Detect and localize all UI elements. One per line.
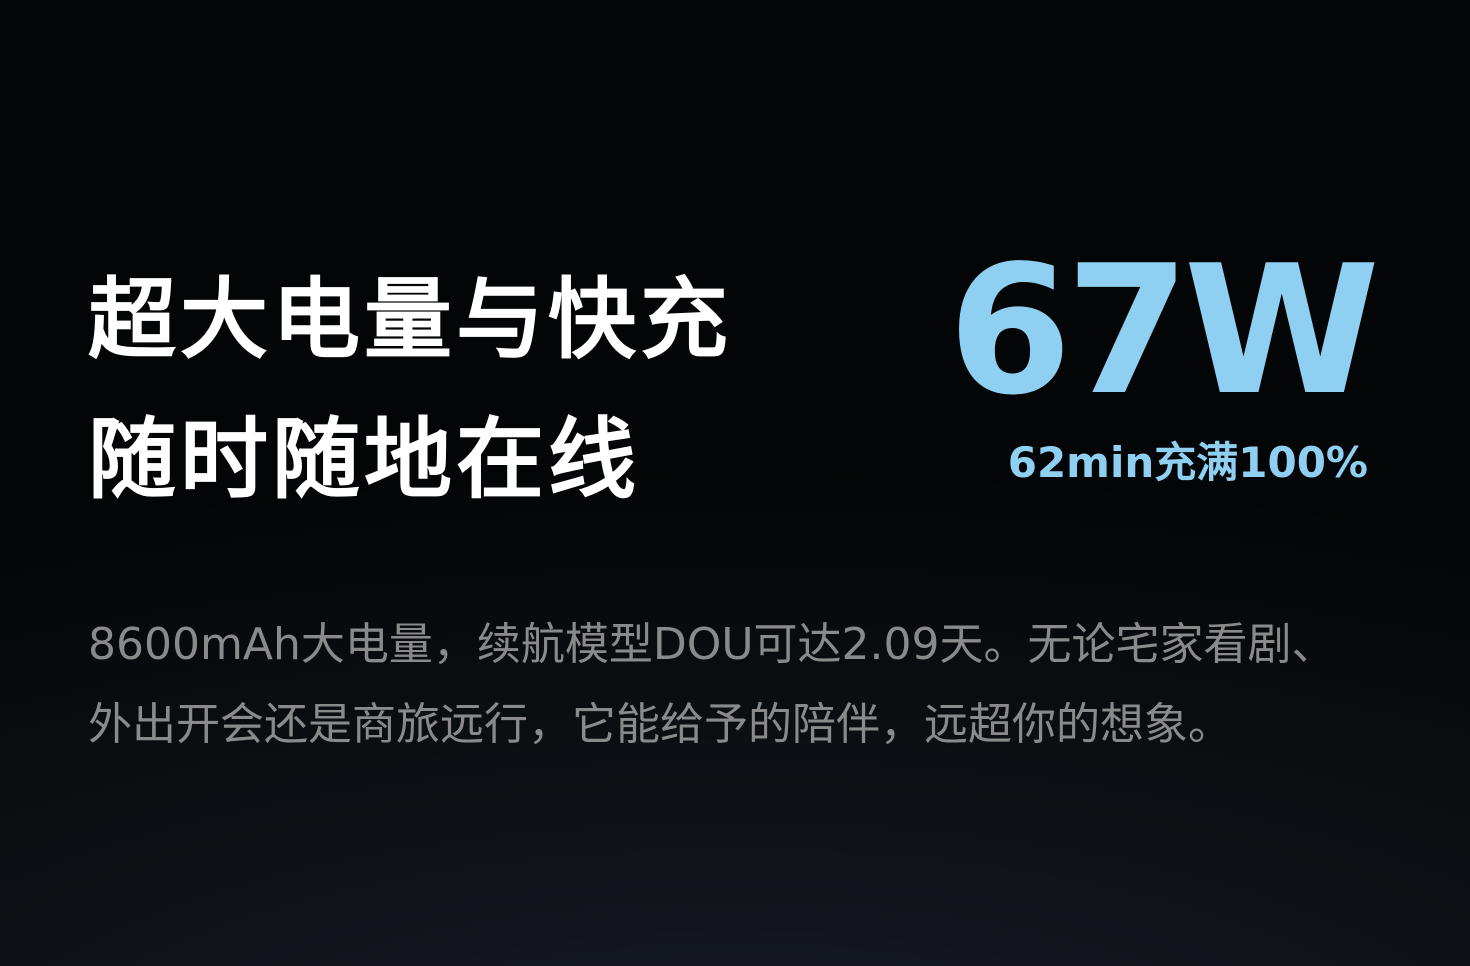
description-line-2: 外出开会还是商旅远行，它能给予的陪伴，远超你的想象。: [88, 699, 1232, 750]
headline-line-2: 随时随地在线: [88, 408, 641, 511]
description-line-1: 8600mAh大电量，续航模型DOU可达2.09天。无论宅家看剧、: [88, 619, 1336, 670]
headline: 超大电量与快充 随时随地在线: [88, 250, 848, 530]
promo-slide: 超大电量与快充 随时随地在线 67W 62min充满100% 8600mAh大电…: [0, 0, 1470, 966]
headline-line-1: 超大电量与快充: [88, 268, 733, 371]
description: 8600mAh大电量，续航模型DOU可达2.09天。无论宅家看剧、 外出开会还是…: [88, 605, 1388, 765]
charging-power-value: 67W: [948, 227, 1380, 434]
charging-time-caption: 62min充满100%: [1007, 438, 1368, 487]
charging-spec: 67W 62min充满100%: [948, 227, 1380, 488]
